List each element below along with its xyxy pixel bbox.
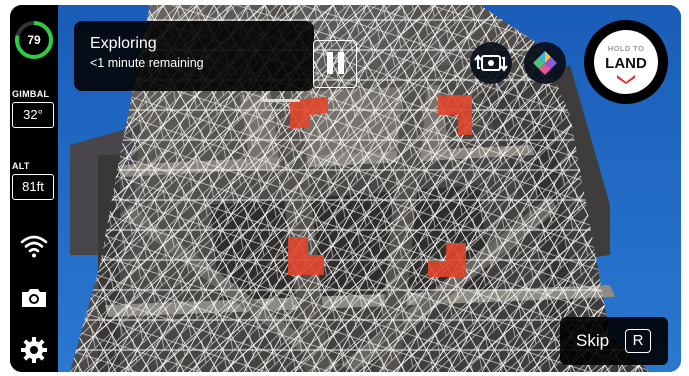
camera-icon[interactable] (19, 283, 49, 313)
app-logo-button[interactable] (524, 42, 566, 84)
switch-camera-icon (474, 54, 508, 72)
altitude-value[interactable]: 81ft (12, 174, 54, 200)
chevron-down-icon (617, 75, 635, 84)
land-label: LAND (605, 55, 647, 72)
card-handle[interactable] (262, 99, 300, 102)
gimbal-label: GIMBAL (12, 89, 50, 99)
skip-button[interactable]: Skip R (560, 317, 668, 365)
app-logo-icon (533, 51, 557, 75)
gear-icon[interactable] (19, 335, 49, 365)
switch-camera-button[interactable] (470, 42, 512, 84)
skip-label: Skip (576, 331, 610, 350)
gimbal-value[interactable]: 32° (12, 102, 54, 128)
hold-to-land-button[interactable]: HOLD TO LAND (584, 20, 668, 104)
status-subtitle: <1 minute remaining (90, 56, 204, 70)
skip-shortcut-key: R (625, 329, 651, 353)
left-sidebar: 79 GIMBAL 32° ALT 81ft (10, 5, 58, 372)
status-card: Exploring <1 minute remaining (74, 21, 357, 102)
drone-camera-view: 79 GIMBAL 32° ALT 81ft Exploring <1 minu… (10, 5, 681, 372)
status-title: Exploring (90, 35, 157, 52)
hold-to-label: HOLD TO (607, 44, 645, 53)
battery-percent: 79 (27, 33, 41, 47)
land-button-face: HOLD TO LAND (594, 30, 658, 94)
wifi-icon[interactable] (19, 231, 49, 261)
altitude-label: ALT (12, 161, 30, 171)
pause-button[interactable] (313, 40, 357, 88)
